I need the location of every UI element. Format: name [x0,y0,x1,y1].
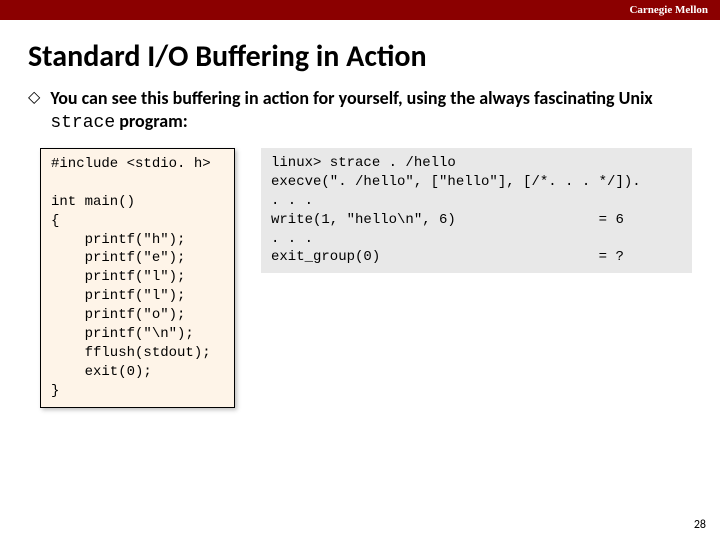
slide-body: ◇ You can see this buffering in action f… [0,87,720,408]
code-row: #include <stdio. h> int main() { printf(… [28,148,692,408]
source-code-box: #include <stdio. h> int main() { printf(… [40,148,235,408]
header-bar: Carnegie Mellon [0,0,720,20]
bullet-text: You can see this buffering in action for… [50,87,692,134]
terminal-output-box: linux> strace . /hello execve(". /hello"… [261,148,692,273]
bullet-text-after: program: [115,110,188,132]
institution-label: Carnegie Mellon [629,4,708,16]
bullet-item: ◇ You can see this buffering in action f… [28,87,692,134]
bullet-icon: ◇ [28,87,40,109]
bullet-text-before: You can see this buffering in action for… [50,87,652,109]
page-number: 28 [694,518,706,532]
slide-title: Standard I/O Buffering in Action [0,20,720,87]
bullet-code-word: strace [50,113,115,133]
